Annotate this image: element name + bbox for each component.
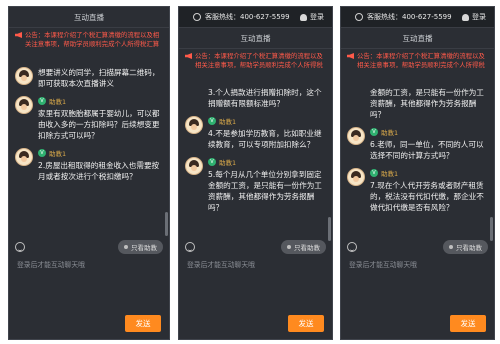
- verified-icon: V: [370, 128, 378, 136]
- message-list: 想要讲义的同学，扫描屏幕二维码，即可获取本次直播讲义 V 助教1 家里有双胞胎都属…: [9, 67, 169, 189]
- only-assistant-toggle[interactable]: 只看助教: [281, 240, 326, 254]
- message-text: 2.房屋出租取得的租金收入也需要按月或者按次进行个税扣缴吗？: [38, 161, 160, 181]
- verified-icon: V: [38, 97, 46, 105]
- speaker-icon: [185, 53, 192, 59]
- list-item: 想要讲义的同学，扫描屏幕二维码，即可获取本次直播讲义: [15, 67, 163, 89]
- speaker-icon: [347, 53, 354, 59]
- login-label: 登录: [472, 13, 486, 21]
- chat-input[interactable]: 登录后才能互动聊天哦: [179, 255, 332, 303]
- list-item: V 助教1 4.不是参加学历教育，比如职业继续教育，可以专项附加扣除么？: [185, 116, 326, 150]
- sender-name: 助教1: [381, 170, 399, 178]
- hotline-text: 客服热线：400-627-5599: [205, 13, 290, 21]
- notice-bar: 公告：本课程介绍了个税汇算清缴的流程以及相关注意事项，帮助学员顺利完成个人所得税…: [179, 49, 332, 73]
- emoji-icon[interactable]: [347, 242, 357, 252]
- headset-icon: [355, 13, 363, 21]
- verified-icon: V: [370, 169, 378, 177]
- list-item: 3.个人捐款进行捐赠扣除时，这个捐赠额有限额标准吗？: [185, 87, 326, 109]
- only-assistant-label: 只看助教: [294, 244, 320, 252]
- list-item: V 助教1 6.老师，同一单位，不同的人可以选择不同的计算方式吗？: [347, 127, 488, 161]
- only-assistant-toggle[interactable]: 只看助教: [443, 240, 488, 254]
- list-item: 金额的工资，是只能有一份作为工资薪酬，其他都得作为劳务报酬吗？: [347, 87, 488, 120]
- panel-title: 互动直播: [341, 28, 494, 49]
- list-item: V 助教1 2.房屋出租取得的租金收入也需要按月或者按次进行个税扣缴吗？: [15, 148, 163, 182]
- sender-name: 助教1: [219, 118, 237, 126]
- list-item: V 助教1 家里有双胞胎都属于婴幼儿，可以都由收入多的一方扣除吗？后续想变更扣除方…: [15, 96, 163, 141]
- message-text: 4.不是参加学历教育，比如职业继续教育，可以专项附加扣除么？: [208, 129, 322, 149]
- list-item: V 助教1 7.现在个人代开劳务或者财产租赁的，税法没有代扣代缴，那企业不做代扣代…: [347, 168, 488, 213]
- message-text: 想要讲义的同学，扫描屏幕二维码，即可获取本次直播讲义: [38, 68, 160, 88]
- emoji-icon[interactable]: [185, 242, 195, 252]
- send-button[interactable]: 发送: [450, 315, 486, 332]
- sender-name: 助教1: [381, 129, 399, 137]
- speaker-icon: [15, 32, 22, 38]
- only-assistant-label: 只看助教: [456, 244, 482, 252]
- chat-input[interactable]: 登录后才能互动聊天哦: [341, 255, 494, 303]
- only-assistant-toggle[interactable]: 只看助教: [118, 240, 163, 254]
- list-item: V 助教1 5.每个月从几个单位分别拿到固定金额的工资，是只能有一份作为工资薪酬，…: [185, 157, 326, 213]
- message-text: 家里有双胞胎都属于婴幼儿，可以都由收入多的一方扣除吗？后续想变更扣除方式可以吗？: [38, 109, 160, 140]
- scrollbar[interactable]: [328, 217, 331, 241]
- chat-panel-2: 客服热线：400-627-5599 登录 互动直播 公告：本课程介绍了个税汇算清…: [178, 6, 333, 340]
- login-button[interactable]: 登录: [462, 12, 486, 22]
- panel-title: 互动直播: [179, 28, 332, 49]
- notice-text: 公告：本课程介绍了个税汇算清缴的流程以及相关注意事项，帮助学员顺利完成个人所得税…: [357, 52, 485, 69]
- avatar: [185, 116, 203, 134]
- notice-bar: 公告：本课程介绍了个税汇算清缴的流程以及相关注意事项，帮助学员顺利完成个人所得税…: [341, 49, 494, 73]
- panel-title: 互动直播: [9, 7, 169, 28]
- hotline-bar: 客服热线：400-627-5599 登录: [341, 7, 494, 28]
- notice-text: 公告：本课程介绍了个税汇算清缴的流程以及相关注意事项，帮助学员顺利完成个人所得税…: [25, 31, 160, 48]
- message-text: 3.个人捐款进行捐赠扣除时，这个捐赠额有限额标准吗？: [208, 88, 322, 108]
- message-text: 6.老师，同一单位，不同的人可以选择不同的计算方式吗？: [370, 140, 484, 160]
- sender-name: 助教1: [219, 159, 237, 167]
- message-text: 5.每个月从几个单位分别拿到固定金额的工资，是只能有一份作为工资薪酬，其他都得作…: [208, 170, 322, 212]
- verified-icon: V: [38, 149, 46, 157]
- sender-name: 助教1: [49, 150, 67, 158]
- verified-icon: V: [208, 117, 216, 125]
- user-icon: [462, 13, 469, 21]
- message-list: 3.个人捐款进行捐赠扣除时，这个捐赠额有限额标准吗？ V 助教1 4.不是参加学历…: [179, 87, 332, 220]
- login-button[interactable]: 登录: [300, 12, 324, 22]
- scrollbar[interactable]: [490, 217, 493, 241]
- chat-input[interactable]: 登录后才能互动聊天哦: [9, 255, 169, 303]
- user-icon: [300, 13, 307, 21]
- toggle-dot-icon: [449, 245, 453, 249]
- only-assistant-label: 只看助教: [131, 244, 157, 252]
- avatar: [347, 127, 365, 145]
- message-text: 金额的工资，是只能有一份作为工资薪酬，其他都得作为劳务报酬吗？: [370, 88, 484, 119]
- message-list: 金额的工资，是只能有一份作为工资薪酬，其他都得作为劳务报酬吗？ V 助教1 6.老…: [341, 87, 494, 220]
- verified-icon: V: [208, 158, 216, 166]
- toggle-dot-icon: [287, 245, 291, 249]
- emoji-icon[interactable]: [15, 242, 25, 252]
- avatar: [15, 96, 33, 114]
- notice-bar: 公告：本课程介绍了个税汇算清缴的流程以及相关注意事项，帮助学员顺利完成个人所得税…: [9, 28, 169, 52]
- headset-icon: [193, 13, 201, 21]
- send-button[interactable]: 发送: [125, 315, 161, 332]
- avatar: [15, 148, 33, 166]
- toggle-dot-icon: [124, 245, 128, 249]
- hotline-text: 客服热线：400-627-5599: [367, 13, 452, 21]
- message-text: 7.现在个人代开劳务或者财产租赁的，税法没有代扣代缴，那企业不做代扣代缴是否有风…: [370, 181, 484, 212]
- scrollbar[interactable]: [165, 212, 168, 236]
- avatar: [347, 168, 365, 186]
- avatar: [185, 157, 203, 175]
- avatar: [15, 67, 33, 85]
- send-button[interactable]: 发送: [288, 315, 324, 332]
- chat-panel-3: 客服热线：400-627-5599 登录 互动直播 公告：本课程介绍了个税汇算清…: [340, 6, 495, 340]
- login-label: 登录: [310, 13, 324, 21]
- sender-name: 助教1: [49, 98, 67, 106]
- hotline-bar: 客服热线：400-627-5599 登录: [179, 7, 332, 28]
- notice-text: 公告：本课程介绍了个税汇算清缴的流程以及相关注意事项，帮助学员顺利完成个人所得税…: [195, 52, 323, 69]
- chat-panel-1: 互动直播 公告：本课程介绍了个税汇算清缴的流程以及相关注意事项，帮助学员顺利完成…: [8, 6, 170, 340]
